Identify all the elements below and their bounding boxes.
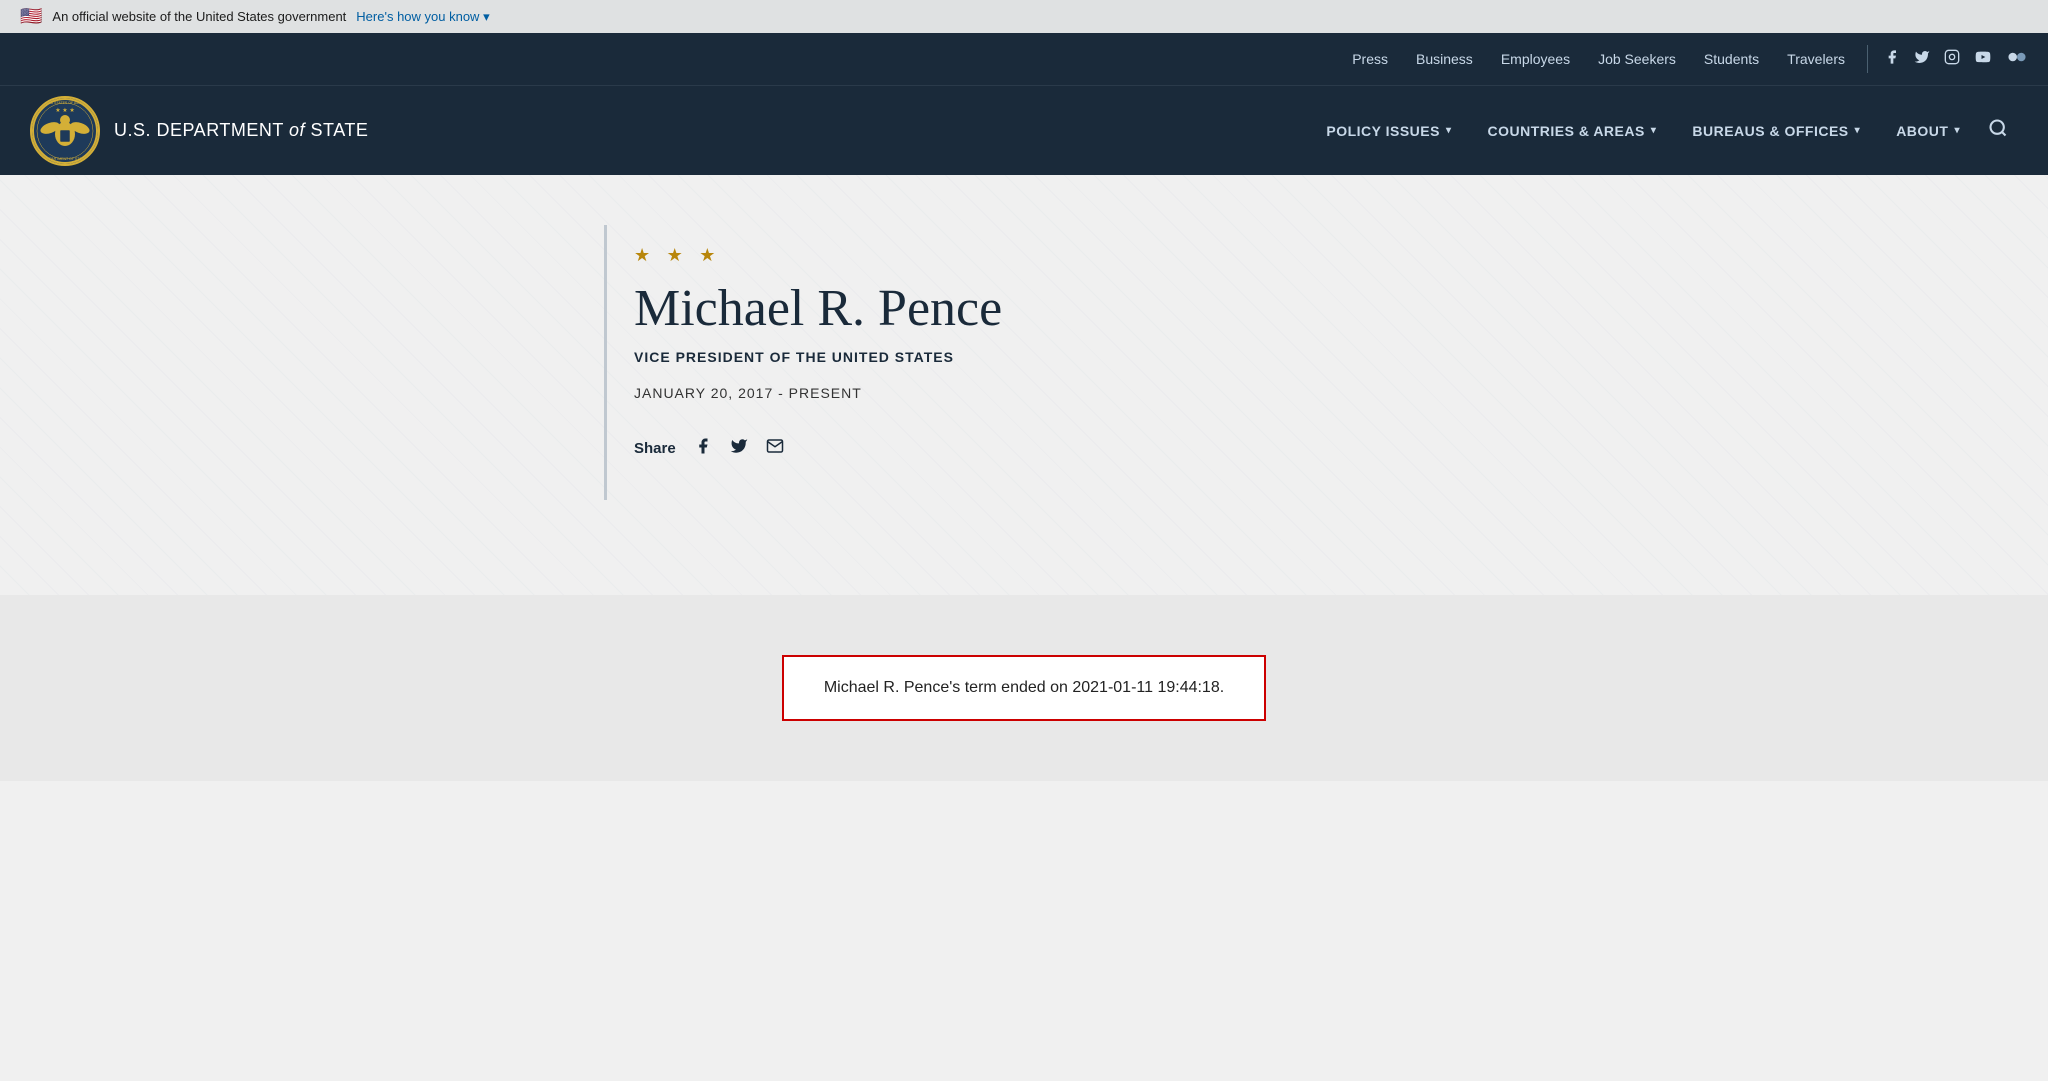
main-navigation: POLICY ISSUES ▾ COUNTRIES & AREAS ▾ BURE… bbox=[1308, 86, 2018, 176]
about-chevron-icon: ▾ bbox=[1954, 125, 1960, 136]
top-nav-business[interactable]: Business bbox=[1402, 33, 1487, 85]
bureaus-offices-chevron-icon: ▾ bbox=[1855, 125, 1861, 136]
term-ended-notification: Michael R. Pence's term ended on 2021-01… bbox=[782, 655, 1266, 721]
youtube-icon[interactable] bbox=[1974, 49, 1992, 69]
nav-policy-issues[interactable]: POLICY ISSUES ▾ bbox=[1308, 86, 1469, 176]
date-range: JANUARY 20, 2017 - PRESENT bbox=[634, 385, 1414, 401]
rank-stars: ★ ★ ★ bbox=[634, 245, 1414, 266]
person-name: Michael R. Pence bbox=[634, 280, 1414, 337]
left-border-decoration bbox=[604, 225, 607, 500]
nav-bureaus-offices[interactable]: BUREAUS & OFFICES ▾ bbox=[1674, 86, 1878, 176]
department-seal: ★ ★ ★ DEPARTMENT OF STATE UNITED STATES … bbox=[30, 96, 100, 166]
share-label: Share bbox=[634, 440, 676, 457]
term-ended-text: Michael R. Pence's term ended on 2021-01… bbox=[824, 679, 1224, 696]
share-email-icon[interactable] bbox=[766, 437, 784, 460]
nav-divider bbox=[1867, 45, 1868, 73]
how-you-know-link[interactable]: Here's how you know ▾ bbox=[356, 9, 489, 25]
share-facebook-icon[interactable] bbox=[694, 437, 712, 460]
notification-section: Michael R. Pence's term ended on 2021-01… bbox=[0, 595, 2048, 781]
facebook-icon[interactable] bbox=[1884, 49, 1900, 69]
gov-banner: 🇺🇸 An official website of the United Sta… bbox=[0, 0, 2048, 33]
countries-areas-chevron-icon: ▾ bbox=[1651, 125, 1657, 136]
share-twitter-icon[interactable] bbox=[730, 437, 748, 460]
social-icons-group bbox=[1884, 49, 2028, 69]
department-name: U.S. DEPARTMENT of STATE bbox=[114, 120, 368, 141]
top-nav-students[interactable]: Students bbox=[1690, 33, 1773, 85]
banner-chevron-icon: ▾ bbox=[483, 9, 490, 24]
nav-countries-areas[interactable]: COUNTRIES & AREAS ▾ bbox=[1470, 86, 1675, 176]
share-row: Share bbox=[634, 437, 1414, 460]
svg-text:DEPARTMENT OF STATE: DEPARTMENT OF STATE bbox=[44, 157, 86, 161]
search-button[interactable] bbox=[1978, 86, 2018, 176]
svg-text:★ ★ ★: ★ ★ ★ bbox=[55, 107, 74, 114]
top-nav-job-seekers[interactable]: Job Seekers bbox=[1584, 33, 1690, 85]
nav-about[interactable]: ABOUT ▾ bbox=[1878, 86, 1978, 176]
hero-area: ★ ★ ★ Michael R. Pence VICE PRESIDENT OF… bbox=[0, 175, 2048, 595]
top-nav-links: Press Business Employees Job Seekers Stu… bbox=[1338, 33, 1859, 85]
flickr-icon[interactable] bbox=[2006, 49, 2028, 69]
logo-link[interactable]: ★ ★ ★ DEPARTMENT OF STATE UNITED STATES … bbox=[30, 96, 368, 166]
policy-issues-chevron-icon: ▾ bbox=[1446, 125, 1452, 136]
top-nav-travelers[interactable]: Travelers bbox=[1773, 33, 1859, 85]
twitter-icon[interactable] bbox=[1914, 49, 1930, 69]
hero-content: ★ ★ ★ Michael R. Pence VICE PRESIDENT OF… bbox=[574, 205, 1474, 520]
us-flag: 🇺🇸 bbox=[20, 6, 42, 27]
top-nav-bar: Press Business Employees Job Seekers Stu… bbox=[0, 33, 2048, 85]
top-nav-press[interactable]: Press bbox=[1338, 33, 1402, 85]
instagram-icon[interactable] bbox=[1944, 49, 1960, 69]
gov-banner-text: An official website of the United States… bbox=[52, 9, 346, 24]
svg-text:UNITED STATES OF AMERICA: UNITED STATES OF AMERICA bbox=[40, 101, 90, 105]
top-nav-employees[interactable]: Employees bbox=[1487, 33, 1584, 85]
main-header: ★ ★ ★ DEPARTMENT OF STATE UNITED STATES … bbox=[0, 85, 2048, 175]
person-title: VICE PRESIDENT OF THE UNITED STATES bbox=[634, 349, 1414, 365]
